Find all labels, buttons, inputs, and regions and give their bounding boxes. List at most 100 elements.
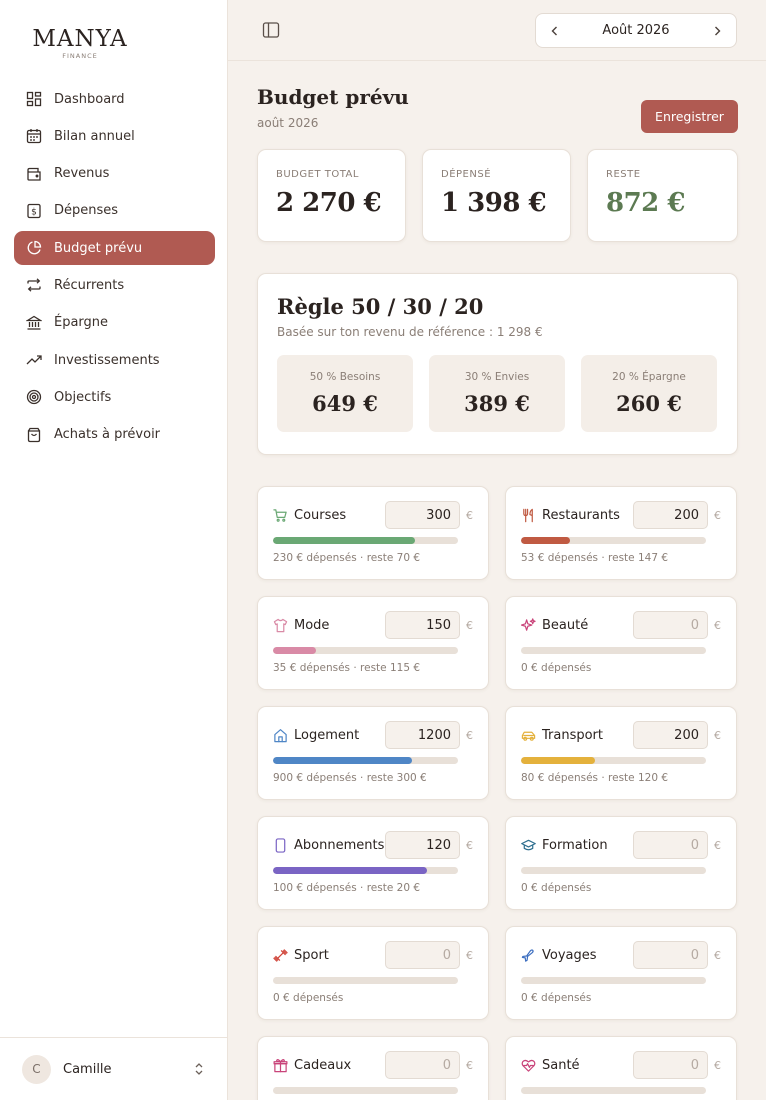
category-budget-input[interactable] — [385, 721, 460, 749]
category-header: Cadeaux € — [273, 1051, 473, 1079]
rule-subtitle: Basée sur ton revenu de référence : 1 29… — [277, 325, 543, 339]
sparkles-icon — [521, 617, 536, 631]
chevron-left-icon[interactable] — [548, 24, 562, 38]
category-progress-bar — [521, 647, 706, 654]
category-card-abonnements: Abonnements €100 € dépensés · reste 20 € — [257, 816, 489, 910]
category-progress-bar — [273, 757, 458, 764]
sidebar: MANYA FINANCE Dashboard Bilan annuel Rev… — [0, 0, 228, 1100]
currency-symbol: € — [466, 948, 473, 962]
category-budget-input[interactable] — [633, 721, 708, 749]
category-spent-summary: 53 € dépensés · reste 147 € — [521, 552, 669, 564]
total-budget-value: 2 270 € — [276, 188, 382, 218]
car-icon — [521, 731, 536, 741]
sidebar-item-bilan-annuel[interactable]: Bilan annuel — [14, 119, 215, 153]
category-progress-fill — [273, 647, 317, 654]
category-card-restaurants: Restaurants € 53 € dépensés · reste 147 € — [505, 486, 737, 580]
calendar-icon — [26, 129, 42, 144]
category-budget-input[interactable] — [385, 831, 460, 859]
sidebar-item-investissements[interactable]: Investissements — [14, 343, 215, 377]
heart-pulse-icon — [521, 1059, 536, 1072]
currency-symbol: € — [466, 618, 473, 632]
sidebar-nav: Dashboard Bilan annuel Revenus $ Dépense… — [14, 82, 215, 455]
sidebar-item-objectifs[interactable]: Objectifs — [14, 380, 215, 414]
chevron-up-down-icon[interactable] — [193, 1062, 205, 1076]
total-budget-label: BUDGET TOTAL — [276, 169, 359, 180]
fork-knife-icon — [523, 508, 533, 522]
sidebar-item-depenses[interactable]: $ Dépenses — [14, 194, 215, 228]
sidebar-item-label: Achats à prévoir — [54, 427, 161, 443]
category-card-formation: Formation €0 € dépensés — [505, 816, 737, 910]
sidebar-toggle-icon[interactable] — [262, 21, 280, 39]
total-budget-card: BUDGET TOTAL 2 270 € — [257, 149, 406, 242]
shirt-icon — [273, 618, 288, 632]
currency-symbol: € — [466, 838, 473, 852]
category-budget-input[interactable] — [633, 611, 708, 639]
category-card-transport: Transport €80 € dépensés · reste 120 € — [505, 706, 737, 800]
category-header: Santé € — [521, 1051, 721, 1079]
category-header: Sport € — [273, 941, 473, 969]
category-name: Logement — [294, 727, 360, 743]
currency-symbol: € — [714, 618, 721, 632]
dashboard-icon — [26, 91, 42, 107]
category-name: Beauté — [542, 617, 589, 633]
user-name: Camille — [63, 1061, 112, 1077]
month-picker: Août 2026 — [535, 13, 737, 48]
category-card-voyages: Voyages €0 € dépensés — [505, 926, 737, 1020]
currency-symbol: € — [466, 1058, 473, 1072]
category-budget-input[interactable] — [385, 501, 460, 529]
spent-card: DÉPENSÉ 1 398 € — [422, 149, 571, 242]
plane-icon — [521, 948, 534, 962]
sidebar-item-epargne[interactable]: Épargne — [14, 306, 215, 340]
category-budget-input[interactable] — [633, 941, 708, 969]
category-progress-bar — [521, 1087, 706, 1094]
sidebar-item-revenus[interactable]: Revenus — [14, 157, 215, 191]
pie-chart-icon — [27, 241, 42, 255]
category-name: Courses — [294, 507, 347, 523]
brand-tagline: FINANCE — [62, 52, 98, 60]
sidebar-item-label: Budget prévu — [54, 240, 143, 256]
phone-icon — [275, 837, 286, 853]
save-button[interactable]: Enregistrer — [641, 100, 738, 133]
chevron-right-icon[interactable] — [710, 24, 724, 38]
trend-up-icon — [26, 355, 42, 365]
category-budget-input[interactable] — [633, 1051, 708, 1079]
gift-icon — [273, 1058, 288, 1072]
top-bar: Août 2026 — [228, 0, 766, 61]
category-budget-input[interactable] — [385, 1051, 460, 1079]
currency-symbol: € — [466, 728, 473, 742]
brand-logo[interactable]: MANYA FINANCE — [30, 26, 130, 60]
category-header: Beauté € — [521, 611, 721, 639]
category-spent-summary: 100 € dépensés · reste 20 € — [273, 882, 421, 894]
category-progress-bar — [521, 537, 706, 544]
category-budget-input[interactable] — [633, 831, 708, 859]
currency-symbol: € — [714, 728, 721, 742]
sidebar-item-dashboard[interactable]: Dashboard — [14, 82, 215, 116]
user-menu[interactable]: C Camille — [0, 1037, 227, 1100]
category-name: Abonnements — [294, 837, 385, 853]
category-budget-input[interactable] — [385, 941, 460, 969]
category-card-mode: Mode €35 € dépensés · reste 115 € — [257, 596, 489, 690]
rule-wants-label: 30 % Envies — [464, 371, 530, 383]
category-name: Transport — [542, 727, 604, 743]
category-card-cadeaux: Cadeaux € — [257, 1036, 489, 1100]
category-budget-input[interactable] — [385, 611, 460, 639]
repeat-icon — [27, 278, 41, 293]
sidebar-item-recurrents[interactable]: Récurrents — [14, 268, 215, 302]
category-progress-bar — [273, 647, 458, 654]
cart-icon — [273, 508, 287, 522]
spent-label: DÉPENSÉ — [441, 169, 492, 180]
rule-savings-label: 20 % Épargne — [612, 371, 686, 383]
category-spent-summary: 35 € dépensés · reste 115 € — [273, 662, 421, 674]
sidebar-item-achats-a-prevoir[interactable]: Achats à prévoir — [14, 418, 215, 452]
category-card-courses: Courses €230 € dépensés · reste 70 € — [257, 486, 489, 580]
sidebar-item-label: Dépenses — [54, 203, 119, 219]
home-icon — [274, 728, 287, 742]
bank-icon — [26, 315, 42, 330]
category-card-beaute: Beauté €0 € dépensés — [505, 596, 737, 690]
page-title: Budget prévu — [257, 85, 409, 109]
category-budget-input[interactable] — [633, 501, 708, 529]
currency-symbol: € — [466, 508, 473, 522]
category-header: Restaurants € — [521, 501, 721, 529]
sidebar-item-budget-prevu[interactable]: Budget prévu — [14, 231, 215, 266]
wallet-icon — [27, 167, 41, 181]
